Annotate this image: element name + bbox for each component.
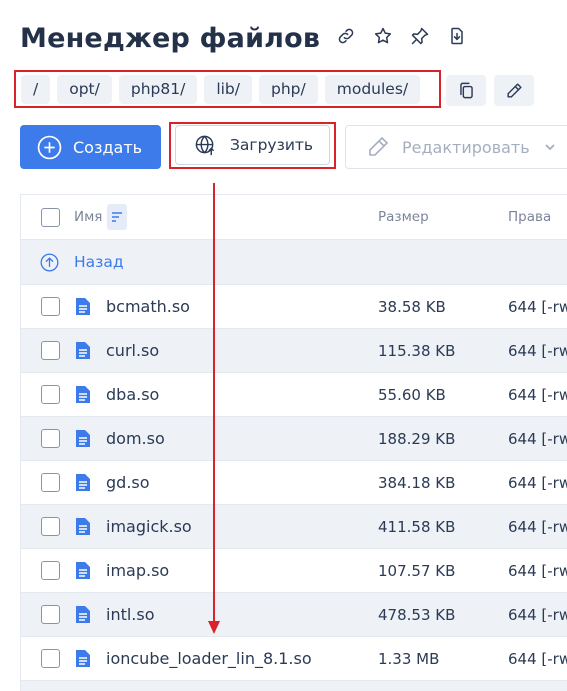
file-permissions: 644 [-rw bbox=[508, 297, 567, 316]
edit-button-label: Редактировать bbox=[402, 137, 530, 157]
row-checkbox[interactable] bbox=[41, 385, 60, 404]
pencil-icon bbox=[369, 136, 389, 156]
copy-icon bbox=[459, 82, 473, 99]
file-icon bbox=[75, 649, 91, 668]
file-size: 38.58 KB bbox=[378, 297, 446, 316]
file-size: 411.58 KB bbox=[378, 517, 456, 536]
file-permissions: 644 [-rw bbox=[508, 385, 567, 404]
chevron-down-icon bbox=[545, 144, 555, 151]
table-row[interactable]: bcmath.so 38.58 KB 644 [-rw bbox=[21, 285, 567, 329]
file-icon bbox=[75, 341, 91, 360]
row-checkbox[interactable] bbox=[41, 297, 60, 316]
file-size: 188.29 KB bbox=[378, 429, 456, 448]
file-size: 1.33 MB bbox=[378, 649, 440, 668]
file-permissions: 644 [-rw bbox=[508, 341, 567, 360]
table-row[interactable]: dba.so 55.60 KB 644 [-rw bbox=[21, 373, 567, 417]
table-row[interactable]: gd.so 384.18 KB 644 [-rw bbox=[21, 461, 567, 505]
link-icon[interactable] bbox=[334, 24, 358, 48]
file-name[interactable]: curl.so bbox=[106, 341, 159, 360]
create-button[interactable]: Создать bbox=[20, 125, 161, 169]
breadcrumb: / opt/ php81/ lib/ php/ modules/ bbox=[14, 70, 441, 108]
file-name[interactable]: bcmath.so bbox=[106, 297, 190, 316]
select-all-checkbox[interactable] bbox=[41, 207, 60, 227]
edit-button[interactable]: Редактировать bbox=[345, 125, 567, 169]
breadcrumb-item[interactable]: php81/ bbox=[118, 74, 198, 104]
table-row[interactable]: ioncube_loader_lin_8.1.so 1.33 MB 644 [-… bbox=[21, 637, 567, 681]
star-icon[interactable] bbox=[371, 24, 395, 48]
file-icon bbox=[75, 517, 91, 536]
row-checkbox[interactable] bbox=[41, 561, 60, 580]
pencil-icon bbox=[506, 83, 522, 98]
page-title-row: Менеджер файлов bbox=[20, 18, 320, 58]
file-size: 115.38 KB bbox=[378, 341, 456, 360]
breadcrumb-item[interactable]: php/ bbox=[259, 74, 318, 104]
upload-button[interactable]: Загрузить bbox=[175, 125, 330, 165]
file-name[interactable]: intl.so bbox=[106, 605, 155, 624]
column-header-size[interactable]: Размер bbox=[378, 209, 429, 225]
file-icon bbox=[75, 429, 91, 448]
row-checkbox[interactable] bbox=[41, 341, 60, 360]
file-size: 478.53 KB bbox=[378, 605, 456, 624]
breadcrumb-item[interactable]: / bbox=[21, 74, 51, 104]
file-name[interactable]: ioncube_loader_lin_8.1.so bbox=[106, 649, 312, 668]
file-size: 384.18 KB bbox=[378, 473, 456, 492]
file-permissions: 644 [-rw bbox=[508, 605, 567, 624]
back-circle-icon bbox=[39, 252, 60, 273]
file-icon bbox=[75, 297, 91, 316]
table-header: Имя Размер Права bbox=[21, 195, 567, 240]
title-actions bbox=[334, 24, 469, 48]
table-row[interactable]: intl.so 478.53 KB 644 [-rw bbox=[21, 593, 567, 637]
plus-circle-icon bbox=[37, 135, 62, 159]
file-table: Имя Размер Права Назад bcmath.so 38.58 K… bbox=[20, 194, 567, 691]
back-row[interactable]: Назад bbox=[21, 240, 567, 285]
file-size: 107.57 KB bbox=[378, 561, 456, 580]
column-header-name[interactable]: Имя bbox=[74, 209, 102, 225]
row-checkbox[interactable] bbox=[41, 473, 60, 492]
file-permissions: 644 [-rw bbox=[508, 561, 567, 580]
create-button-label: Создать bbox=[73, 137, 143, 157]
row-checkbox[interactable] bbox=[41, 649, 60, 668]
pin-icon[interactable] bbox=[408, 24, 432, 48]
back-link[interactable]: Назад bbox=[74, 253, 124, 271]
breadcrumb-item[interactable]: opt/ bbox=[57, 74, 112, 104]
file-name[interactable]: gd.so bbox=[106, 473, 150, 492]
file-name[interactable]: dom.so bbox=[106, 429, 165, 448]
file-permissions: 644 [-rw bbox=[508, 429, 567, 448]
file-name[interactable]: imagick.so bbox=[106, 517, 192, 536]
file-icon bbox=[75, 473, 91, 492]
table-row[interactable]: imagick.so 411.58 KB 644 [-rw bbox=[21, 505, 567, 549]
row-checkbox[interactable] bbox=[41, 605, 60, 624]
file-permissions: 644 [-rw bbox=[508, 517, 567, 536]
file-size: 55.60 KB bbox=[378, 385, 446, 404]
table-row[interactable]: curl.so 115.38 KB 644 [-rw bbox=[21, 329, 567, 373]
row-checkbox[interactable] bbox=[41, 429, 60, 448]
page-title: Менеджер файлов bbox=[20, 22, 321, 54]
globe-upload-icon bbox=[195, 135, 215, 155]
file-name[interactable]: imap.so bbox=[106, 561, 169, 580]
upload-button-label: Загрузить bbox=[230, 136, 314, 154]
table-row[interactable]: imap.so 107.57 KB 644 [-rw bbox=[21, 549, 567, 593]
file-name[interactable]: dba.so bbox=[106, 385, 159, 404]
sort-icon[interactable] bbox=[107, 204, 127, 230]
copy-path-button[interactable] bbox=[446, 75, 486, 106]
download-icon[interactable] bbox=[445, 24, 469, 48]
file-permissions: 644 [-rw bbox=[508, 473, 567, 492]
file-icon bbox=[75, 385, 91, 404]
column-header-perms[interactable]: Права bbox=[508, 209, 551, 225]
breadcrumb-item[interactable]: modules/ bbox=[324, 74, 421, 104]
edit-path-button[interactable] bbox=[494, 75, 534, 106]
file-icon bbox=[75, 605, 91, 624]
table-row bbox=[21, 681, 567, 691]
file-permissions: 644 [-rw bbox=[508, 649, 567, 668]
breadcrumb-item[interactable]: lib/ bbox=[204, 74, 252, 104]
row-checkbox[interactable] bbox=[41, 517, 60, 536]
table-row[interactable]: dom.so 188.29 KB 644 [-rw bbox=[21, 417, 567, 461]
file-icon bbox=[75, 561, 91, 580]
